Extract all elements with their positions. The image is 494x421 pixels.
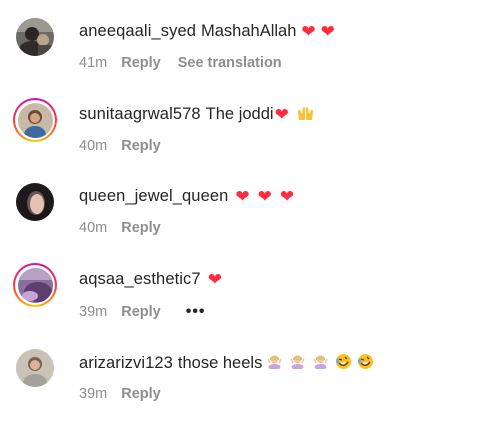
avatar-story-ring[interactable] bbox=[13, 263, 57, 307]
reply-button[interactable]: Reply bbox=[121, 220, 161, 236]
timestamp: 39m bbox=[79, 386, 108, 402]
raising-hands-emoji-icon bbox=[297, 106, 314, 124]
username[interactable]: aqsaa_esthetic7 bbox=[79, 270, 201, 289]
woman-gesturing-ok-emoji-icon bbox=[313, 354, 328, 372]
heart-emoji-icon: ❤ bbox=[279, 186, 295, 206]
heart-emoji-icon: ❤ bbox=[320, 21, 335, 41]
timestamp: 39m bbox=[79, 304, 108, 320]
rolling-on-floor-laughing-emoji-icon bbox=[357, 353, 374, 373]
rolling-on-floor-laughing-emoji-icon bbox=[335, 353, 352, 373]
reply-button[interactable]: Reply bbox=[121, 138, 161, 154]
timestamp: 40m bbox=[79, 138, 108, 154]
reply-button[interactable]: Reply bbox=[121, 304, 161, 320]
avatar-image bbox=[16, 18, 54, 56]
comment-item: aneeqaali_syed MashahAllah ❤ ❤ 41m Reply… bbox=[0, 10, 494, 90]
avatar-story-ring[interactable] bbox=[13, 98, 57, 142]
reply-button[interactable]: Reply bbox=[121, 386, 161, 402]
avatar-image bbox=[17, 267, 53, 303]
woman-gesturing-ok-emoji-icon bbox=[267, 354, 282, 372]
heart-emoji-icon: ❤ bbox=[274, 104, 289, 124]
heart-emoji-icon: ❤ bbox=[235, 186, 250, 206]
comment-item: aqsaa_esthetic7 ❤ 39m Reply ••• bbox=[0, 258, 494, 338]
reply-button[interactable]: Reply bbox=[121, 55, 161, 71]
comment-item: arizarizvi123 those heels 39m Reply bbox=[0, 341, 494, 421]
avatar-image bbox=[16, 183, 54, 221]
heart-emoji-icon: ❤ bbox=[207, 269, 222, 289]
comments-list: aneeqaali_syed MashahAllah ❤ ❤ 41m Reply… bbox=[0, 0, 494, 402]
avatar[interactable] bbox=[13, 180, 57, 224]
comment-text: those heels bbox=[177, 353, 263, 372]
avatar-image bbox=[17, 102, 53, 138]
username[interactable]: aneeqaali_syed bbox=[79, 22, 196, 41]
more-options-icon[interactable]: ••• bbox=[186, 303, 206, 321]
username[interactable]: queen_jewel_queen bbox=[79, 187, 228, 206]
see-translation-button[interactable]: See translation bbox=[178, 55, 282, 71]
avatar-image bbox=[16, 349, 54, 387]
username[interactable]: sunitaagrwal578 bbox=[79, 105, 201, 124]
woman-gesturing-ok-emoji-icon bbox=[290, 354, 305, 372]
heart-emoji-icon: ❤ bbox=[301, 21, 316, 41]
comment-text: The joddi bbox=[205, 105, 274, 123]
comment-item: queen_jewel_queen ❤ ❤ ❤ 40m Reply bbox=[0, 175, 494, 255]
heart-emoji-icon: ❤ bbox=[257, 186, 272, 206]
comment-item: sunitaagrwal578 The joddi ❤ 40m Reply bbox=[0, 93, 494, 173]
avatar[interactable] bbox=[13, 346, 57, 390]
comment-text: MashahAllah bbox=[201, 22, 297, 40]
username[interactable]: arizarizvi123 bbox=[79, 354, 173, 373]
avatar[interactable] bbox=[13, 15, 57, 59]
timestamp: 41m bbox=[79, 55, 108, 71]
timestamp: 40m bbox=[79, 220, 108, 236]
